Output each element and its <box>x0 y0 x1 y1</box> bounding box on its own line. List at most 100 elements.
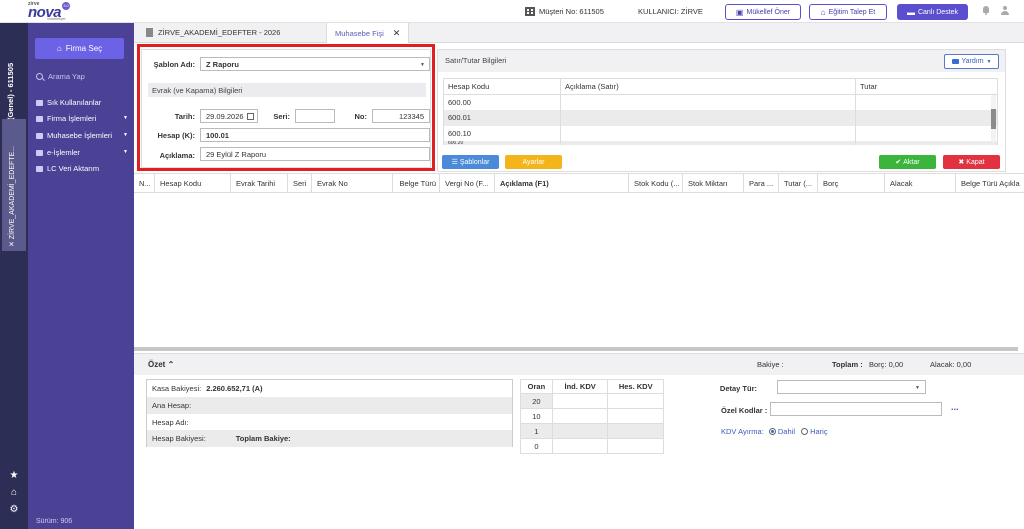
briefcase-icon: ▣ <box>735 7 744 17</box>
ind-kdv-cell[interactable] <box>551 438 609 454</box>
search-icon <box>36 73 43 80</box>
search-placeholder: Arama Yap <box>48 72 85 81</box>
rail-tab-general[interactable]: (Genel) - 611505 <box>2 45 26 125</box>
column-header[interactable]: Vergi No (F... <box>440 174 495 192</box>
sidebar-item-e-islemler[interactable]: e-İşlemler ▼ <box>36 148 128 157</box>
bakiye-label: Bakiye : <box>757 360 784 369</box>
column-header[interactable]: Alacak <box>885 174 956 192</box>
hes-kdv-cell[interactable] <box>607 438 664 454</box>
row-code: 600.20 <box>443 141 561 145</box>
ayarlar-button[interactable]: Ayarlar <box>505 155 562 169</box>
table-row[interactable]: 600.20 <box>443 141 998 145</box>
tabs-bar: ZİRVE_AKADEMİ_EDEFTER - 2026 Muhasebe Fi… <box>134 23 1024 43</box>
toplam-bakiye-label: Toplam Bakiye: <box>235 434 291 443</box>
bank-icon[interactable]: ⌂ <box>0 484 28 501</box>
table-row[interactable]: 10 <box>520 408 664 424</box>
column-header[interactable]: Belge Türü <box>393 174 440 192</box>
chevron-down-icon: ▼ <box>915 385 920 391</box>
table-row[interactable]: 600.01 <box>443 110 998 126</box>
kdv-table: Oran İnd. KDV Hes. KDV 20 10 1 0 <box>520 379 664 454</box>
ozet-bar: Özet ⌃ Bakiye : Toplam : Borç: 0,00 Alac… <box>134 353 1024 375</box>
column-header[interactable]: Evrak No <box>312 174 393 192</box>
sidebar-item-firma-islemleri[interactable]: Firma İşlemleri ▼ <box>36 114 128 123</box>
satir-scrollbar[interactable] <box>991 95 996 142</box>
mukellef-oner-button[interactable]: ▣ Mükellef Öner <box>725 4 801 20</box>
sidebar-item-label: e-İşlemler <box>47 148 80 157</box>
table-row[interactable]: 600.10 <box>443 125 998 141</box>
table-row[interactable]: 600.00 <box>443 94 998 110</box>
hes-kdv-cell[interactable] <box>607 423 664 439</box>
column-header[interactable]: Tutar (... <box>779 174 818 192</box>
bell-icon[interactable] <box>982 6 990 15</box>
column-header[interactable]: Stok Miktarı <box>683 174 744 192</box>
satir-grid: Hesap Kodu Açıklama (Satır) Tutar 600.00… <box>443 78 998 145</box>
ind-kdv-cell[interactable] <box>551 423 609 439</box>
yardim-button[interactable]: Yardım ▼ <box>944 54 999 69</box>
sidebar-item-favorites[interactable]: Sık Kullanılanlar <box>36 98 128 107</box>
ozet-toggle[interactable]: Özet ⌃ <box>148 360 174 369</box>
sidebar-search[interactable]: Arama Yap <box>36 72 85 81</box>
haric-radio[interactable]: Hariç <box>801 427 828 436</box>
bank-icon: ⌂ <box>56 44 62 53</box>
kapat-button[interactable]: ✖ Kapat <box>943 155 1000 169</box>
column-header[interactable]: Borç <box>818 174 885 192</box>
table-row[interactable]: 0 <box>520 438 664 454</box>
sidebar-item-muhasebe-islemleri[interactable]: Muhasebe İşlemleri ▼ <box>36 131 128 140</box>
fis-grid-header: N... Hesap Kodu Evrak Tarihi Seri Evrak … <box>134 174 1024 193</box>
horizontal-scrollbar[interactable] <box>134 347 1018 351</box>
folder-icon <box>36 132 43 139</box>
column-header[interactable]: Stok Kodu (... <box>629 174 683 192</box>
ozel-kodlar-input[interactable] <box>770 402 942 416</box>
column-header[interactable]: Tutar <box>855 78 998 95</box>
tab-company[interactable]: ZİRVE_AKADEMİ_EDEFTER - 2026 <box>146 28 280 37</box>
column-header[interactable]: Seri <box>288 174 312 192</box>
kasa-bakiyesi-row: Kasa Bakiyesi: 2.260.652,71 (A) <box>147 380 512 397</box>
ind-kdv-cell[interactable] <box>551 393 609 409</box>
sablonlar-button[interactable]: ☰ Şablonlar <box>442 155 499 169</box>
satir-tutar-title: Satır/Tutar Bilgileri <box>445 56 507 65</box>
column-header[interactable]: Hesap Kodu <box>155 174 231 192</box>
aktar-button[interactable]: ✔ Aktar <box>879 155 936 169</box>
column-header[interactable]: N... <box>134 174 155 192</box>
table-row[interactable]: 1 <box>520 423 664 439</box>
hes-kdv-cell[interactable] <box>607 393 664 409</box>
ind-kdv-cell[interactable] <box>551 408 609 424</box>
sidebar-item-lc-veri-aktarim[interactable]: LC Veri Aktarım <box>36 164 128 173</box>
app-logo[interactable]: zirve nova 3.0 mükellefiyet <box>28 1 70 21</box>
detay-tur-select[interactable]: ▼ <box>777 380 926 394</box>
column-header[interactable]: Hesap Kodu <box>443 78 561 95</box>
logo-subtitle: mükellefiyet <box>47 17 66 21</box>
egitim-talep-button[interactable]: ⌂ Eğitim Talep Et <box>809 4 887 20</box>
column-header[interactable]: Evrak Tarihi <box>231 174 288 192</box>
more-options-button[interactable]: ... <box>951 402 959 412</box>
hes-kdv-cell[interactable] <box>607 408 664 424</box>
row-code: 600.10 <box>443 125 561 141</box>
sablonlar-label: Şablonlar <box>459 158 490 166</box>
chevron-down-icon: ▼ <box>123 115 128 121</box>
user-icon[interactable] <box>1001 6 1009 16</box>
scrollbar-thumb[interactable] <box>991 109 996 129</box>
column-header[interactable]: Para ... <box>744 174 779 192</box>
column-header[interactable]: Açıklama (F1) <box>495 174 629 192</box>
rail-tab-company[interactable]: ✕ ZİRVE_AKADEMİ_EDEFTE... <box>2 119 26 251</box>
firma-sec-label: Firma Seç <box>65 44 103 53</box>
version-text: Sürüm: 906 <box>36 518 73 525</box>
kasa-value: 2.260.652,71 (A) <box>206 384 263 393</box>
canli-destek-button[interactable]: ▬ Canlı Destek <box>897 4 968 20</box>
firma-sec-button[interactable]: ⌂ Firma Seç <box>35 38 124 59</box>
egitim-talep-label: Eğitim Talep Et <box>828 8 876 16</box>
settings-icon[interactable]: ⚙ <box>0 501 28 518</box>
row-desc <box>560 94 856 110</box>
table-row[interactable]: 20 <box>520 393 664 409</box>
check-icon: ✔ <box>895 159 902 166</box>
column-header[interactable]: Belge Türü Açıkla <box>956 174 1024 192</box>
close-icon[interactable]: ✕ <box>393 28 401 39</box>
chevron-down-icon: ▼ <box>123 132 128 138</box>
kapat-label: Kapat <box>966 158 985 166</box>
folder-icon <box>36 149 43 156</box>
dahil-radio[interactable]: Dahil <box>768 427 795 436</box>
column-header[interactable]: Açıklama (Satır) <box>560 78 856 95</box>
star-icon[interactable]: ★ <box>0 467 28 484</box>
tab-muhasebe-fisi[interactable]: Muhasebe Fişi ✕ <box>326 23 410 43</box>
kasa-label: Kasa Bakiyesi: <box>152 384 202 393</box>
